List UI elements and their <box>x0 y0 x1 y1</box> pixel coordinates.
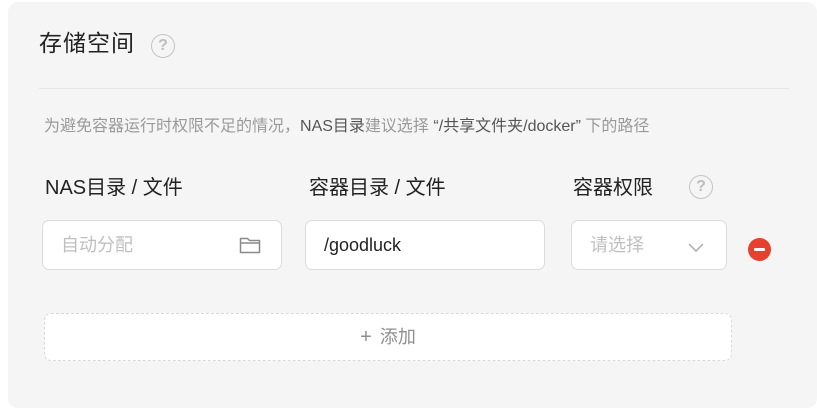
hint-text: 为避免容器运行时权限不足的情况，NAS目录建议选择 “/共享文件夹/docker… <box>44 116 649 138</box>
permission-select[interactable]: 请选择 <box>571 220 727 270</box>
add-button-label: 添加 <box>379 327 416 347</box>
column-label-permission: 容器权限 <box>573 177 653 199</box>
nas-path-field[interactable] <box>42 220 282 270</box>
hint-middle: 建议选择 <box>364 118 434 135</box>
remove-row-button[interactable] <box>748 238 771 261</box>
folder-icon[interactable] <box>239 236 261 259</box>
hint-path: “/共享文件夹/docker” <box>433 118 581 135</box>
add-mapping-button[interactable]: + 添加 <box>44 313 732 361</box>
nas-path-input[interactable] <box>61 221 231 269</box>
container-path-input[interactable] <box>324 221 524 269</box>
plus-icon: + <box>360 326 372 348</box>
section-title: 存储空间 <box>39 30 135 56</box>
column-label-container: 容器目录 / 文件 <box>309 177 446 199</box>
hint-suffix: 下的路径 <box>580 118 650 135</box>
chevron-down-icon <box>688 240 704 258</box>
minus-circle-icon <box>754 248 765 251</box>
container-path-field[interactable] <box>305 220 545 270</box>
storage-panel: 存储空间 ? 为避免容器运行时权限不足的情况，NAS目录建议选择 “/共享文件夹… <box>8 2 817 408</box>
question-circle-icon[interactable]: ? <box>151 34 175 58</box>
question-circle-icon[interactable]: ? <box>689 175 713 199</box>
hint-prefix: 为避免容器运行时权限不足的情况， <box>44 118 301 135</box>
column-label-nas: NAS目录 / 文件 <box>45 177 183 199</box>
hint-highlight: NAS目录 <box>300 118 365 135</box>
divider <box>39 88 789 89</box>
permission-placeholder: 请选择 <box>590 235 644 255</box>
